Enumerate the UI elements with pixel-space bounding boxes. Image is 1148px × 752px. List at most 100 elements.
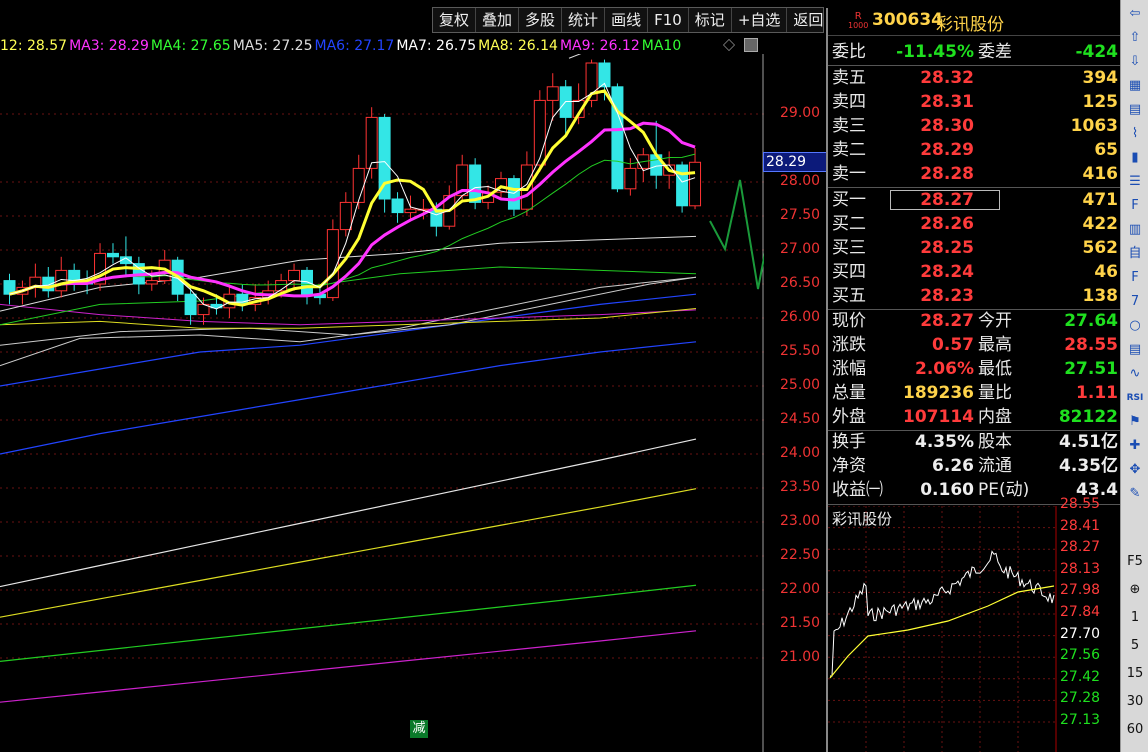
order-volume: 65 (1094, 140, 1118, 160)
list-icon[interactable]: ▤ (1124, 340, 1146, 360)
candlestick-chart[interactable]: 29.80 (0, 54, 764, 752)
period-button[interactable]: 5 (1121, 638, 1148, 653)
order-volume: 471 (1082, 190, 1119, 210)
bid1-highlight[interactable] (890, 190, 1000, 210)
ma-line (9, 89, 696, 307)
quote-value: 4.35% (915, 432, 974, 452)
quote-row: 现价 28.27 今开 27.64 (828, 309, 1120, 333)
toolbar-item-3[interactable]: 统计 (562, 8, 606, 32)
zoom-icon[interactable]: ✚ (1124, 436, 1146, 456)
toolbar-item-6[interactable]: 标记 (689, 8, 732, 32)
quote-value: -424 (1075, 42, 1118, 62)
order-volume: 138 (1082, 286, 1119, 306)
grid-icon[interactable]: ▦ (1124, 76, 1146, 96)
candle-body (106, 252, 119, 258)
rsi-icon[interactable]: RSI (1124, 388, 1146, 408)
price-tick-label: 25.50 (780, 343, 821, 359)
quote-label: 今开 (978, 311, 1012, 331)
ma-panel-icon[interactable] (744, 38, 758, 52)
self-icon[interactable]: 自 (1124, 244, 1146, 264)
toolbar-item-5[interactable]: F10 (648, 8, 689, 32)
quote-value: 28.28 (920, 164, 974, 184)
period-button[interactable]: F5 (1121, 554, 1148, 569)
f10-icon[interactable]: F (1124, 196, 1146, 216)
order-volume: 422 (1082, 214, 1119, 234)
circle-icon[interactable]: ○ (1124, 316, 1146, 336)
current-price-tag: 28.29 (763, 152, 827, 173)
mini-price-label: 27.98 (1060, 582, 1101, 599)
quote-row: 卖三 28.30 1063 (828, 114, 1120, 138)
quote-value: 82122 (1058, 407, 1118, 427)
quote-row: 卖五 28.32 394 (828, 66, 1120, 90)
quote-row: 买三 28.25 562 (828, 236, 1120, 260)
quote-label: 买二 (832, 214, 866, 234)
toolbar-item-7[interactable]: +自选 (732, 8, 788, 32)
quote-value: 28.32 (920, 68, 974, 88)
arrow-left-icon[interactable]: ⇦ (1124, 4, 1146, 24)
period-button[interactable]: 1 (1121, 610, 1148, 625)
period-button[interactable]: 60 (1121, 722, 1148, 737)
arrow-up-icon[interactable]: ⇧ (1124, 28, 1146, 48)
candle-body (145, 280, 158, 285)
ma-label-0: 12: 28.57 (0, 38, 68, 54)
ma-label-5: MA7: 26.75 (396, 38, 477, 54)
quote-value: 107114 (903, 407, 974, 427)
quote-value: 27.51 (1064, 359, 1118, 379)
wave-icon[interactable]: ∿ (1124, 364, 1146, 384)
candle-body (404, 208, 417, 214)
stock-name: 彩讯股份 (936, 15, 1004, 35)
f12-icon[interactable]: F (1124, 268, 1146, 288)
table-icon[interactable]: ▤ (1124, 100, 1146, 120)
ma-label-7: MA9: 26.12 (559, 38, 640, 54)
quote-value: 1.11 (1076, 383, 1118, 403)
quote-value: -11.45% (896, 42, 974, 62)
quote-row: 净资 6.26 流通 4.35亿 (828, 454, 1120, 478)
candle-body (300, 269, 313, 295)
quote-label: 最高 (978, 335, 1012, 355)
quote-row: 涨跌 0.57 最高 28.55 (828, 333, 1120, 357)
high-price-pointer (568, 54, 582, 59)
stock-code: 300634 (872, 10, 943, 30)
price-tick-label: 22.50 (780, 547, 821, 563)
quote-value: 28.29 (920, 140, 974, 160)
arrow-down-icon[interactable]: ⇩ (1124, 52, 1146, 72)
pen-icon[interactable]: ✎ (1124, 484, 1146, 504)
order-volume: 562 (1082, 238, 1119, 258)
quote-label: 流通 (978, 456, 1012, 476)
quote-label: 委比 (832, 42, 866, 62)
line-chart-icon[interactable]: ⌇ (1124, 124, 1146, 144)
candle-body (676, 164, 689, 207)
doc-icon[interactable]: ☰ (1124, 172, 1146, 192)
price-tick-label: 25.00 (780, 377, 821, 393)
toolbar-item-8[interactable]: 返回 (787, 8, 831, 32)
candle-body (469, 164, 482, 203)
seventy-icon[interactable]: 7 (1124, 292, 1146, 312)
file-icon[interactable]: ▥ (1124, 220, 1146, 240)
period-button[interactable]: 30 (1121, 694, 1148, 709)
quote-row: 换手 4.35% 股本 4.51亿 (828, 430, 1120, 454)
price-tick-label: 26.50 (780, 275, 821, 291)
order-volume: 394 (1082, 68, 1119, 88)
toolbar-item-1[interactable]: 叠加 (476, 8, 520, 32)
candle-body (689, 161, 702, 207)
r-badge: R 1000 (848, 11, 869, 31)
candle-icon[interactable]: ▮ (1124, 148, 1146, 168)
toolbar-item-4[interactable]: 画线 (605, 8, 649, 32)
quote-label: 股本 (978, 432, 1012, 452)
mini-price-label: 27.42 (1060, 668, 1101, 685)
candle-body (611, 86, 624, 190)
mini-price-label: 27.28 (1060, 690, 1101, 707)
flag-icon[interactable]: ⚑ (1124, 412, 1146, 432)
candle-body (55, 269, 68, 292)
quote-label: 总量 (832, 383, 866, 403)
period-button[interactable]: ⊕ (1121, 582, 1148, 597)
quote-label: PE(动) (978, 480, 1030, 500)
period-button[interactable]: 15 (1121, 666, 1148, 681)
toolbar-item-0[interactable]: 复权 (433, 8, 477, 32)
quote-row: 外盘 107114 内盘 82122 (828, 405, 1120, 429)
toolbar-item-2[interactable]: 多股 (519, 8, 563, 32)
quote-value: 28.26 (920, 214, 974, 234)
reduce-badge[interactable]: 减 (410, 720, 428, 738)
move-icon[interactable]: ✥ (1124, 460, 1146, 480)
quote-row: 涨幅 2.06% 最低 27.51 (828, 357, 1120, 381)
